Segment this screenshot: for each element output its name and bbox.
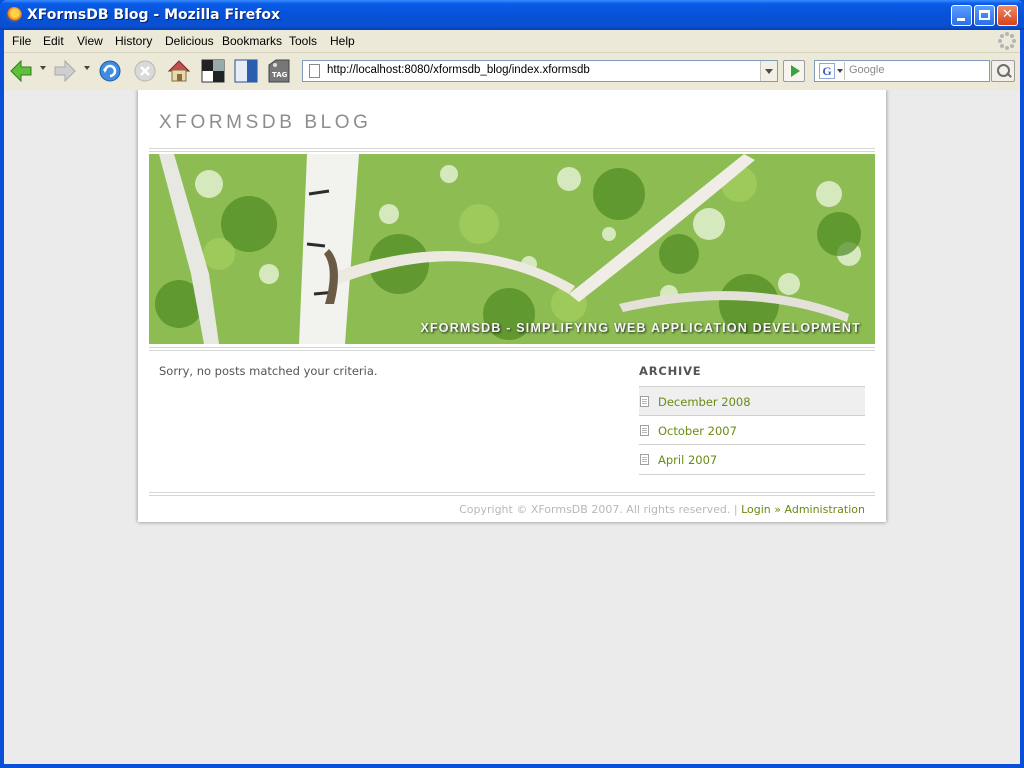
administration-link[interactable]: Administration [785,503,866,516]
go-button[interactable] [783,60,805,82]
archive-item-december-2008[interactable]: December 2008 [639,386,865,415]
minimize-icon [957,18,965,21]
footer-divider [149,492,875,493]
menu-bookmarks[interactable]: Bookmarks [222,34,282,48]
throbber-icon [998,32,1016,50]
window-title: XFormsDB Blog - Mozilla Firefox [27,7,280,23]
maximize-icon [979,10,990,20]
footer-separator: | [733,503,738,516]
archive-item-october-2007[interactable]: October 2007 [639,415,865,444]
archive-item-april-2007[interactable]: April 2007 [639,444,865,475]
close-button[interactable]: ✕ [997,5,1018,26]
blog-title[interactable]: XFORMSDB BLOG [159,112,372,134]
tag-button[interactable]: TAG [266,58,292,84]
tag-label: TAG [272,71,288,79]
close-icon: ✕ [1002,7,1013,22]
delicious-sidebar-button[interactable] [233,58,259,84]
archive-list: December 2008 October 2007 April 2007 [639,386,865,475]
blog-page: XFORMSDB BLOG XFORMSDB - SIMPLIFYING WEB… [138,90,886,522]
login-link[interactable]: Login [741,503,771,516]
title-bar: XFormsDB Blog - Mozilla Firefox ✕ [0,0,1024,30]
firefox-icon [6,7,22,23]
stop-button[interactable] [132,58,158,84]
header-divider [149,148,875,149]
banner-divider-2 [149,350,875,351]
copyright-text: Copyright © XFormsDB 2007. All rights re… [459,503,731,516]
search-engine-selector[interactable]: G [816,62,845,80]
reload-icon [99,60,121,82]
menu-help[interactable]: Help [330,34,355,48]
page-icon [309,64,320,78]
archive-link[interactable]: December 2008 [658,395,751,409]
contrast-icon [201,59,225,83]
document-icon [640,454,649,465]
stop-icon [134,60,156,82]
back-button[interactable] [8,58,34,84]
menu-history[interactable]: History [115,34,152,48]
archive-link[interactable]: April 2007 [658,453,717,467]
menu-bar: File Edit View History Delicious Bookmar… [4,30,1020,53]
back-history-dropdown[interactable] [40,66,46,70]
banner-image: XFORMSDB - SIMPLIFYING WEB APPLICATION D… [149,154,875,344]
banner-divider [149,347,875,348]
footer-arrow: » [774,503,781,516]
address-bar-url[interactable]: http://localhost:8080/xformsdb_blog/inde… [327,64,590,76]
home-button[interactable] [166,58,192,84]
search-box[interactable]: G Google [814,60,990,82]
browser-window: XFormsDB Blog - Mozilla Firefox ✕ File E… [0,0,1024,768]
search-input[interactable]: Google [849,64,884,76]
birch-tree-image [149,154,875,344]
menu-tools[interactable]: Tools [289,34,317,48]
footer-divider-2 [149,495,875,496]
document-icon [640,425,649,436]
no-posts-message: Sorry, no posts matched your criteria. [159,364,378,378]
sidebar-icon [234,59,258,83]
window-bottom-border [0,764,1024,768]
banner-caption: XFORMSDB - SIMPLIFYING WEB APPLICATION D… [420,321,861,335]
archive-link[interactable]: October 2007 [658,424,737,438]
google-icon: G [819,63,835,79]
document-icon [640,396,649,407]
header-divider-2 [149,151,875,152]
page-viewport: XFORMSDB BLOG XFORMSDB - SIMPLIFYING WEB… [4,90,1020,764]
minimize-button[interactable] [951,5,972,26]
back-arrow-icon [10,59,32,83]
reload-button[interactable] [97,58,123,84]
menu-edit[interactable]: Edit [43,34,64,48]
navigation-toolbar: TAG http://localhost:8080/xformsdb_blog/… [4,53,1020,90]
forward-arrow-icon [54,59,76,83]
search-button[interactable] [991,60,1015,82]
address-bar[interactable]: http://localhost:8080/xformsdb_blog/inde… [302,60,778,82]
url-history-dropdown[interactable] [760,61,777,81]
menu-view[interactable]: View [77,34,103,48]
chevron-down-icon [837,69,843,73]
search-icon-handle [1006,72,1012,78]
browser-chrome: File Edit View History Delicious Bookmar… [4,30,1020,90]
forward-button[interactable] [52,58,78,84]
menu-file[interactable]: File [12,34,31,48]
home-icon [167,60,191,82]
footer: Copyright © XFormsDB 2007. All rights re… [459,503,865,516]
forward-history-dropdown[interactable] [84,66,90,70]
maximize-button[interactable] [974,5,995,26]
menu-delicious[interactable]: Delicious [165,34,214,48]
archive-heading: ARCHIVE [639,364,702,378]
bookmarks-sidebar-button[interactable] [200,58,226,84]
